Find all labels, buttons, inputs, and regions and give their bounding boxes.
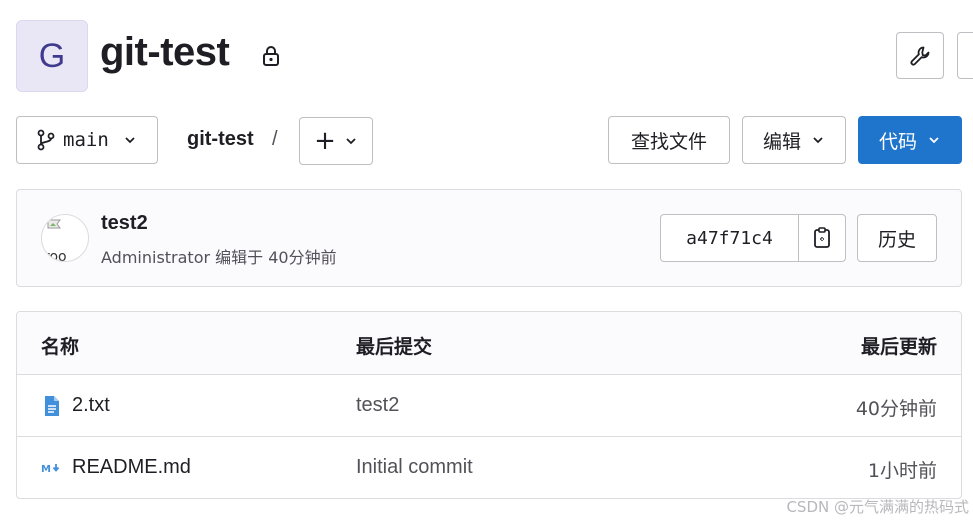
- copy-sha-button[interactable]: [799, 215, 845, 261]
- table-header: 名称 最后提交 最后更新: [17, 312, 961, 375]
- last-commit-panel: roo test2 Administrator 编辑于 40分钟前 a47f71…: [16, 189, 962, 287]
- edit-button[interactable]: 编辑: [742, 116, 846, 164]
- branch-selector[interactable]: main: [16, 116, 158, 164]
- file-last-updated: 40分钟前: [855, 398, 937, 420]
- file-name[interactable]: README.md: [72, 456, 191, 479]
- file-last-updated: 1小时前: [867, 460, 937, 482]
- code-label: 代码: [878, 130, 917, 153]
- column-header-name: 名称: [41, 336, 80, 358]
- file-last-commit[interactable]: Initial commit: [356, 456, 473, 479]
- commit-meta: Administrator 编辑于 40分钟前: [101, 248, 337, 267]
- branch-name: main: [63, 129, 109, 151]
- chevron-down-icon: [346, 138, 356, 145]
- column-header-last-update: 最后更新: [860, 336, 937, 358]
- history-label: 历史: [877, 228, 916, 251]
- markdown-icon: M: [41, 464, 60, 475]
- lock-icon: [263, 46, 279, 66]
- commit-sha[interactable]: a47f71c4: [661, 215, 799, 261]
- project-avatar: G: [16, 20, 88, 92]
- file-table: 名称 最后提交 最后更新 2.txt test2 40分钟前 M README.…: [16, 311, 962, 499]
- settings-button[interactable]: [896, 32, 944, 79]
- commit-title[interactable]: test2: [101, 212, 148, 235]
- column-header-last-commit: 最后提交: [356, 336, 433, 358]
- find-file-label: 查找文件: [630, 130, 707, 153]
- add-button[interactable]: +: [299, 117, 373, 165]
- broken-image-icon: roo: [44, 219, 67, 262]
- breadcrumb-separator: /: [272, 128, 278, 150]
- file-name[interactable]: 2.txt: [72, 394, 110, 417]
- file-last-commit[interactable]: test2: [356, 394, 399, 417]
- avatar[interactable]: roo: [41, 214, 89, 262]
- chevron-down-icon: [813, 137, 823, 144]
- avatar-alt-text: roo: [44, 249, 67, 262]
- table-row[interactable]: M README.md Initial commit 1小时前: [17, 437, 961, 498]
- breadcrumb-project[interactable]: git-test: [187, 128, 254, 151]
- find-file-button[interactable]: 查找文件: [608, 116, 730, 164]
- more-actions-button[interactable]: [957, 32, 973, 79]
- edit-label: 编辑: [762, 130, 801, 153]
- table-row[interactable]: 2.txt test2 40分钟前: [17, 375, 961, 437]
- code-button[interactable]: 代码: [858, 116, 962, 164]
- branch-icon: [37, 129, 55, 151]
- wrench-icon: [910, 46, 930, 65]
- watermark: CSDN @元气满满的热码式: [786, 498, 969, 516]
- commit-sha-group: a47f71c4: [660, 214, 846, 262]
- clipboard-icon: [814, 227, 830, 248]
- chevron-down-icon: [125, 137, 135, 144]
- chevron-down-icon: [929, 137, 939, 144]
- plus-icon: +: [314, 126, 336, 156]
- svg-text:M: M: [41, 464, 51, 475]
- history-button[interactable]: 历史: [857, 214, 937, 262]
- project-title: git-test: [100, 30, 230, 74]
- file-text-icon: [45, 396, 59, 416]
